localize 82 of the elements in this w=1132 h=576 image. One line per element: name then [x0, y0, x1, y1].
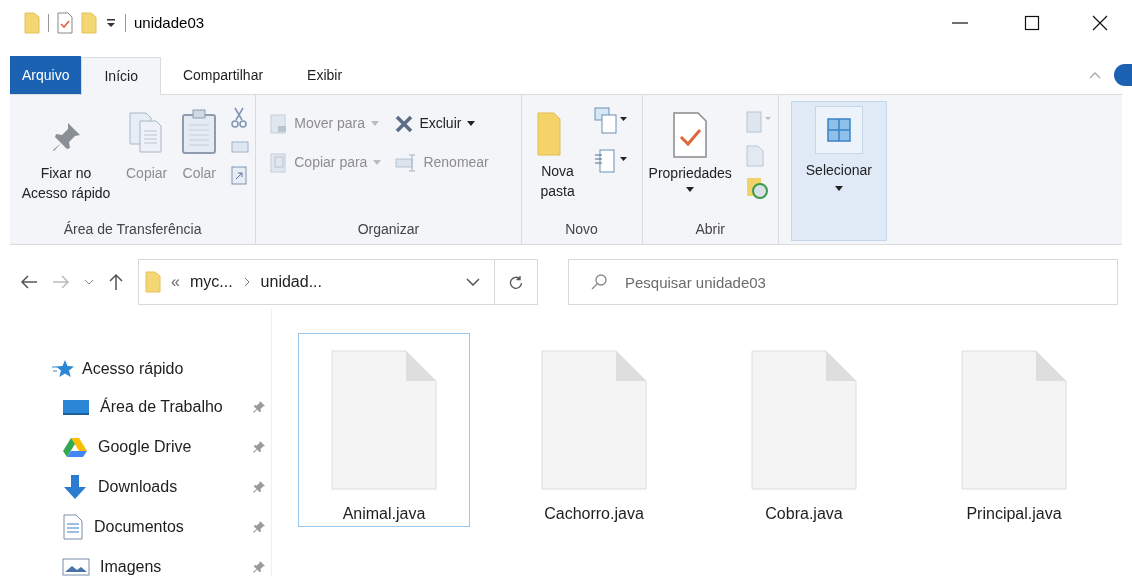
chevron-icon[interactable]: [242, 277, 251, 287]
open-icon[interactable]: [745, 111, 772, 135]
overflow-chevron[interactable]: «: [171, 270, 180, 294]
sidebar-item[interactable]: Downloads: [52, 467, 266, 507]
breadcrumb[interactable]: unidad...: [260, 270, 322, 294]
file-name: Animal.java: [342, 504, 426, 524]
new-folder-icon[interactable]: [81, 12, 97, 34]
file-item[interactable]: Animal.java: [298, 333, 470, 527]
move-icon: [270, 113, 289, 134]
document-icon: [541, 350, 647, 490]
properties-icon[interactable]: [57, 12, 73, 34]
ribbon-tab[interactable]: Exibir: [285, 56, 365, 94]
file-item[interactable]: Principal.java: [928, 333, 1100, 527]
collapse-ribbon-icon[interactable]: [1088, 70, 1102, 80]
ribbon-button[interactable]: Nova pasta: [535, 105, 580, 219]
file-item[interactable]: Cobra.java: [718, 333, 890, 527]
sidebar-item[interactable]: Imagens: [52, 547, 266, 576]
clipboard-icon: [181, 109, 218, 155]
grid-icon: [826, 118, 851, 142]
maximize-icon: [1024, 15, 1040, 31]
document-icon: [331, 350, 437, 490]
forward-icon[interactable]: [52, 274, 70, 290]
ribbon-tab[interactable]: Compartilhar: [160, 56, 286, 94]
search-field[interactable]: Pesquisar unidade03: [568, 259, 1118, 305]
up-icon[interactable]: [108, 273, 124, 291]
rename-icon: [395, 153, 418, 172]
minimize-icon: [952, 22, 968, 24]
address-bar[interactable]: « myc... unidad...: [138, 259, 538, 305]
star-icon: [52, 359, 74, 379]
ribbon-button[interactable]: Excluir: [395, 113, 507, 134]
close-icon: [1092, 15, 1108, 31]
caret-icon: [373, 159, 382, 166]
drive-icon: [62, 436, 88, 458]
ribbon-button[interactable]: Propriedades: [648, 109, 732, 219]
caret-icon: [686, 187, 695, 193]
sidebar-item[interactable]: Documentos: [52, 507, 266, 547]
breadcrumb[interactable]: myc...: [189, 270, 233, 294]
file-name: Principal.java: [966, 504, 1062, 524]
ribbon-button[interactable]: Selecionar: [790, 101, 887, 241]
recent-caret-icon[interactable]: [84, 278, 94, 286]
caret-icon: [834, 186, 843, 192]
sidebar-item[interactable]: Área de Trabalho: [52, 387, 266, 427]
folder-icon: [535, 111, 562, 157]
history-icon[interactable]: [745, 177, 768, 199]
group-label: Área de Transferência: [62, 220, 203, 239]
dropdown-icon[interactable]: [105, 17, 117, 29]
file-tab[interactable]: Arquivo: [10, 56, 82, 94]
document-icon: [961, 350, 1067, 490]
delete-icon: [395, 114, 414, 133]
desktop-icon: [62, 397, 90, 417]
ribbon-tab[interactable]: Início: [81, 57, 161, 95]
easy-access-icon[interactable]: [593, 147, 628, 175]
file-name: Cobra.java: [765, 504, 843, 524]
window-title: unidade03: [134, 12, 205, 33]
folder-icon[interactable]: [24, 12, 40, 34]
properties-icon: [672, 111, 709, 159]
folder-icon[interactable]: [145, 271, 161, 293]
file-item[interactable]: Cachorro.java: [508, 333, 680, 527]
file-name: Cachorro.java: [544, 504, 644, 524]
edit-icon[interactable]: [745, 145, 764, 167]
new-item-icon[interactable]: [593, 107, 628, 135]
copy-to-icon: [270, 152, 289, 173]
dropdown-caret-icon[interactable]: [466, 278, 480, 286]
back-icon[interactable]: [20, 274, 38, 290]
caret-icon: [467, 120, 476, 127]
caret-icon: [371, 120, 380, 127]
download-icon: [62, 474, 88, 500]
sidebar-item[interactable]: Google Drive: [52, 427, 266, 467]
sidebar-item[interactable]: Acesso rápido: [52, 351, 271, 387]
group-label: Abrir: [694, 220, 726, 239]
group-label: Organizar: [356, 220, 421, 239]
help-icon[interactable]: [1114, 64, 1132, 86]
refresh-icon: [509, 275, 523, 289]
document-icon: [62, 514, 84, 540]
search-icon: [590, 273, 608, 291]
document-icon: [751, 350, 857, 490]
paste-shortcut-icon[interactable]: [231, 165, 248, 185]
ribbon-button[interactable]: Fixar no Acesso rápido: [16, 105, 116, 219]
copy-path-icon[interactable]: [231, 141, 250, 153]
pictures-icon: [62, 556, 90, 576]
group-label: Novo: [564, 220, 599, 239]
cut-icon[interactable]: [231, 107, 248, 129]
